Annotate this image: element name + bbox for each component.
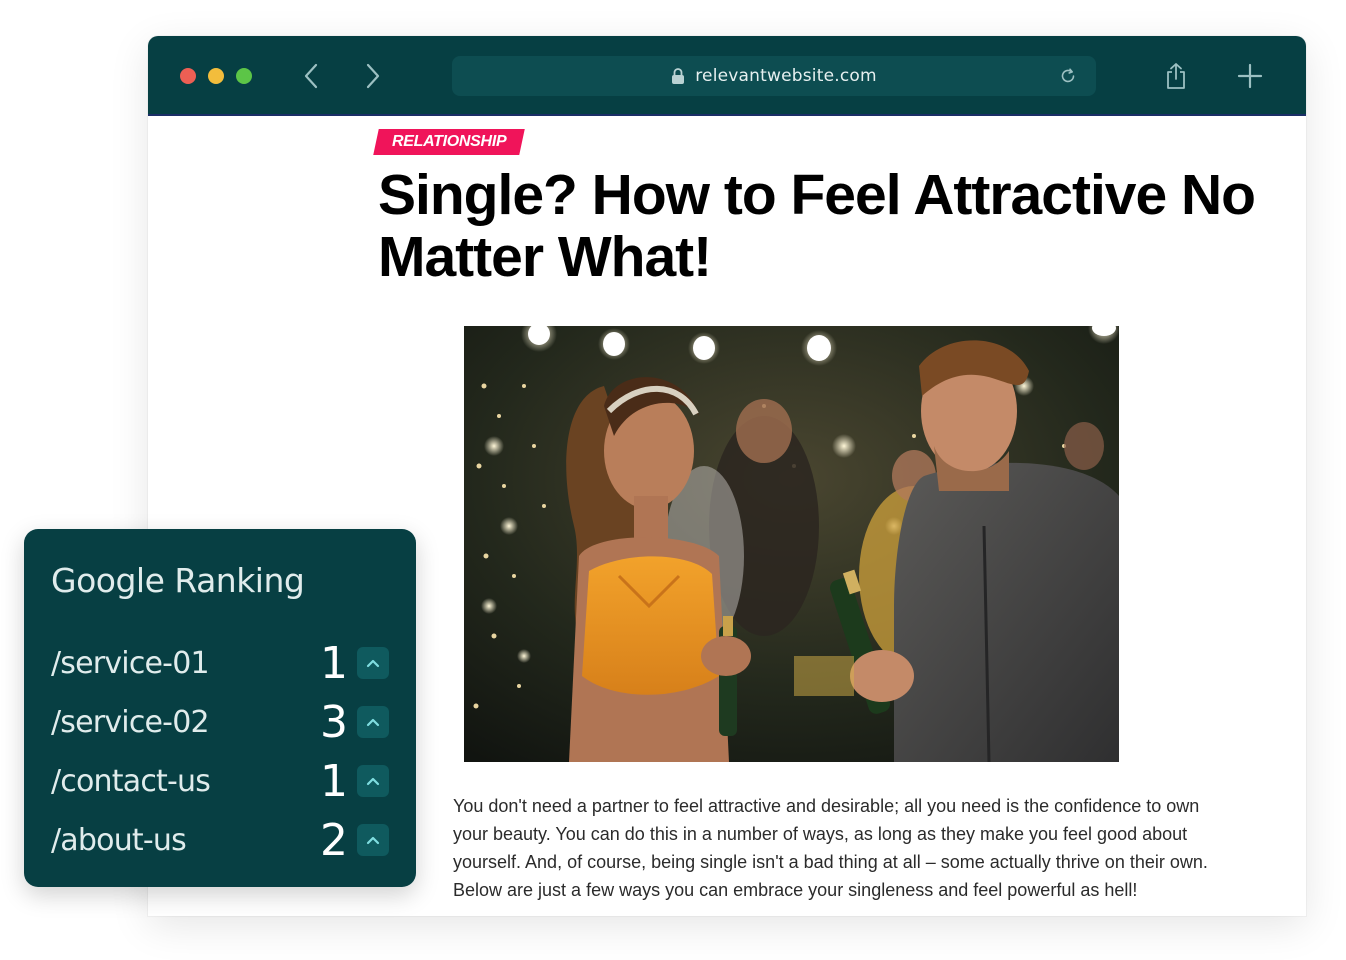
lock-icon (672, 68, 685, 84)
ranking-path: /about-us (51, 823, 187, 858)
address-bar[interactable]: relevantwebsite.com (452, 56, 1096, 96)
ranking-path: /service-01 (51, 646, 210, 681)
ranking-path: /contact-us (51, 764, 211, 799)
ranking-position: 1 (320, 756, 348, 807)
rank-up-button[interactable] (357, 706, 389, 738)
category-tag[interactable]: RELATIONSHIP (373, 129, 526, 155)
chevron-up-icon (366, 659, 380, 668)
address-bar-content: relevantwebsite.com (452, 56, 1096, 96)
ranking-path: /service-02 (51, 705, 210, 740)
chevron-up-icon (366, 836, 380, 845)
chevron-up-icon (366, 777, 380, 786)
article-body: You don't need a partner to feel attract… (453, 796, 1208, 900)
ranking-position: 1 (320, 638, 348, 689)
close-window-button[interactable] (180, 68, 196, 84)
minimize-window-button[interactable] (208, 68, 224, 84)
share-icon[interactable] (1164, 62, 1188, 90)
forward-button[interactable] (358, 60, 388, 92)
browser-toolbar: relevantwebsite.com (148, 36, 1306, 116)
article-title: Single? How to Feel Attractive No Matter… (378, 163, 1256, 289)
rank-up-button[interactable] (357, 765, 389, 797)
stage: relevantwebsite.com RELATIONSHIP Single?… (0, 0, 1346, 960)
plus-icon[interactable] (1236, 62, 1264, 90)
article-photo (464, 326, 1119, 762)
ranking-title: Google Ranking (51, 561, 305, 600)
back-button[interactable] (296, 60, 326, 92)
ranking-row: /about-us 2 (24, 815, 416, 865)
ranking-row: /service-02 3 (24, 697, 416, 747)
url-text: relevantwebsite.com (695, 66, 877, 86)
ranking-row: /contact-us 1 (24, 756, 416, 806)
ranking-position: 3 (320, 697, 348, 748)
rank-up-button[interactable] (357, 647, 389, 679)
chevron-left-icon (304, 63, 318, 89)
chevron-up-icon (366, 718, 380, 727)
google-ranking-card: Google Ranking /service-01 1 /service-02… (24, 529, 416, 887)
ranking-row: /service-01 1 (24, 638, 416, 688)
category-label: RELATIONSHIP (392, 133, 507, 150)
maximize-window-button[interactable] (236, 68, 252, 84)
ranking-position: 2 (320, 815, 348, 866)
chevron-right-icon (366, 63, 380, 89)
rank-up-button[interactable] (357, 824, 389, 856)
reload-icon[interactable] (1058, 66, 1078, 86)
